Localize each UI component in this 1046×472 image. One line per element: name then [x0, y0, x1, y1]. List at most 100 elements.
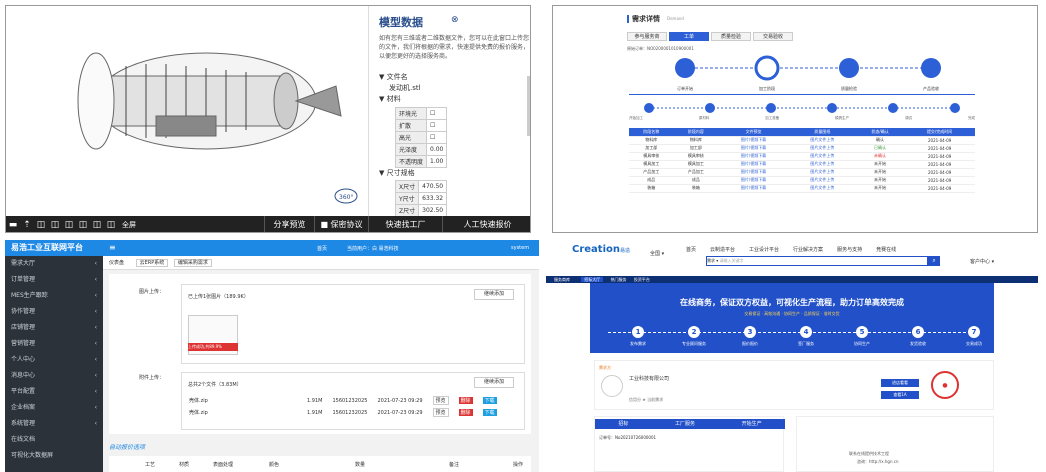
customer-center[interactable]: 客户中心 ▾: [970, 258, 994, 265]
material-group[interactable]: ▼ 材料: [379, 94, 421, 105]
company-card: 需求方 工业科技有限公司 信用分 ★ 当前需求 进店看看 查看1A ●: [594, 360, 994, 410]
sub-nav: 服务商库 招标大厅 热门服务 投资平台: [546, 276, 1038, 283]
download-button[interactable]: 下载: [482, 409, 497, 416]
sidebar-item[interactable]: 订单管理 ‹: [5, 272, 103, 288]
step-label: 订单开始: [677, 86, 693, 91]
material-value[interactable]: 1.00: [426, 155, 448, 168]
sidebar-item[interactable]: 系统管理 ‹: [5, 416, 103, 432]
delete-button[interactable]: 删除: [458, 397, 473, 404]
size-group[interactable]: ▼ 尺寸规格: [379, 168, 415, 178]
cube-right-icon[interactable]: ◫: [76, 220, 90, 230]
role-tag: 需求方: [599, 365, 611, 370]
nav-item[interactable]: 服务与支持: [837, 246, 862, 253]
step-label: 专业顾问服务: [682, 341, 706, 346]
sidebar-item[interactable]: 需求大厅 ‹: [5, 256, 103, 272]
size-label: Y尺寸: [394, 192, 420, 205]
quote-table-header: 工艺 材质 表面处理 颜色 数量 备注 操作: [109, 456, 531, 472]
material-value[interactable]: 0.00: [426, 143, 448, 156]
add-image-button[interactable]: 继续添加: [474, 289, 514, 300]
sub-nav-item[interactable]: 服务商库: [554, 277, 570, 282]
folder-icon[interactable]: ▬: [6, 220, 20, 230]
nav-item[interactable]: 竞赛在线: [876, 246, 896, 253]
sub-nav-item[interactable]: 招标大厅: [581, 277, 604, 282]
cube-top-icon[interactable]: ◫: [90, 220, 104, 230]
nav-item[interactable]: 云制造平台: [710, 246, 735, 253]
nav-item[interactable]: 工业设计平台: [749, 246, 779, 253]
substeps: 开始加工 原材料 加工准备 模具生产 调试 完成: [629, 116, 975, 120]
cube-left-icon[interactable]: ◫: [62, 220, 76, 230]
sidebar-item[interactable]: MES生产跟踪 ‹: [5, 288, 103, 304]
secrecy-checkbox[interactable]: ■ 保密协议: [314, 216, 368, 232]
menu-icon[interactable]: ≡: [109, 243, 116, 252]
preview-button[interactable]: 预览: [432, 408, 449, 417]
tab-providers[interactable]: 参与服务商: [627, 32, 667, 41]
region-select[interactable]: 全国 ▾: [650, 250, 664, 257]
chevron-icon[interactable]: ⊗: [451, 15, 459, 25]
engine-model: 360°: [77, 52, 358, 204]
sidebar-item[interactable]: 平台配置 ‹: [5, 384, 103, 400]
crumb-item[interactable]: 编辑采购需求: [173, 259, 212, 267]
download-button[interactable]: 下载: [482, 397, 497, 404]
cube-bottom-icon[interactable]: ◫: [104, 220, 118, 230]
visit-store-button[interactable]: 进店看看: [881, 379, 919, 387]
nav-item[interactable]: 行业解决方案: [793, 246, 823, 253]
sidebar-item[interactable]: 消息中心 ‹: [5, 368, 103, 384]
att-label: 附件上传：: [139, 375, 165, 381]
tab-order[interactable]: 工单: [669, 32, 709, 41]
tab-quality[interactable]: 质量检验: [711, 32, 751, 41]
sidebar-item[interactable]: 企业档案 ‹: [5, 400, 103, 416]
material-checkbox[interactable]: ☐: [426, 119, 448, 132]
step-circle: 4: [800, 326, 812, 338]
support-link[interactable]: 咨询：http://x.hgn.cn: [857, 459, 899, 465]
nav-item[interactable]: 首页: [686, 246, 696, 253]
company-avatar: [601, 375, 623, 397]
sidebar-item[interactable]: 个人中心 ‹: [5, 352, 103, 368]
sub-nav-item[interactable]: 投资平台: [634, 277, 650, 282]
company-name[interactable]: 工业科技有限公司: [629, 375, 669, 382]
cube-back-icon[interactable]: ◫: [48, 220, 62, 230]
preview-button[interactable]: 预览: [432, 396, 449, 405]
tab-acceptance[interactable]: 交易验收: [753, 32, 793, 41]
find-factory-button[interactable]: 快速找工厂: [368, 216, 442, 232]
sub-nav-item[interactable]: 热门服务: [611, 277, 627, 282]
search-input[interactable]: 需求 ▾ 请输入关键字: [706, 256, 928, 266]
fullscreen-button[interactable]: 全屏: [122, 220, 136, 230]
add-file-button[interactable]: 继续添加: [474, 377, 514, 388]
3d-viewport[interactable]: 360°: [6, 6, 362, 216]
crumb-item[interactable]: 仪表盘: [109, 260, 124, 266]
site-header: Creation易造 全国 ▾ 首页 云制造平台 工业设计平台 行业解决方案 服务与支持…: [546, 240, 1038, 270]
divider: [629, 94, 975, 95]
model-viewer-panel: 360° 模型数据 ⊗ 如有您有三维或者二维数据文件，您可以在此窗口上传您的文件…: [5, 5, 531, 233]
sidebar-item[interactable]: 营销管理 ‹: [5, 336, 103, 352]
upload-status: 上传成功,共89.9%: [188, 343, 238, 351]
upload-icon[interactable]: ⇡: [20, 220, 34, 230]
table-row: 产品加工 产品加工 图片/视频下载 图片文件上传 未开始 2021-04-09: [629, 168, 975, 177]
upload-card: 图片上传： 已上传1张图片（189.9K） 继续添加 上传成功,共89.9% 附…: [109, 274, 531, 434]
step-label: 发布需求: [630, 341, 646, 346]
sidebar-item[interactable]: 店铺管理 ‹: [5, 320, 103, 336]
sidebar-item[interactable]: 在线文档: [5, 432, 103, 448]
step-circle: 7: [968, 326, 980, 338]
step-label: 交易成功: [966, 341, 982, 346]
user-menu[interactable]: system: [511, 245, 529, 251]
crumb-item[interactable]: 云ERP系统: [135, 259, 169, 267]
sidebar-item[interactable]: 协作管理 ‹: [5, 304, 103, 320]
scrollbar[interactable]: [527, 76, 530, 136]
cube-front-icon[interactable]: ◫: [34, 220, 48, 230]
main-nav: 首页 云制造平台 工业设计平台 行业解决方案 服务与支持 竞赛在线: [686, 246, 896, 253]
creation-logo[interactable]: Creation易造: [572, 244, 632, 260]
size-label: X尺寸: [394, 180, 420, 193]
manual-quote-button[interactable]: 人工快速报价: [442, 216, 530, 232]
home-link[interactable]: 首页: [317, 245, 327, 252]
delete-button[interactable]: 删除: [458, 409, 473, 416]
material-checkbox[interactable]: ☐: [426, 131, 448, 144]
360-badge-icon[interactable]: 360°: [334, 188, 358, 204]
search-icon[interactable]: ⌕: [928, 256, 940, 266]
step-circle: 3: [744, 326, 756, 338]
view-button[interactable]: 查看1A: [881, 391, 919, 399]
material-checkbox[interactable]: ☐: [426, 107, 448, 120]
svg-text:360°: 360°: [339, 194, 353, 201]
sidebar-item[interactable]: 可视化大数据屏: [5, 448, 103, 464]
share-preview-button[interactable]: 分享预览: [264, 216, 314, 232]
filename-group[interactable]: ▼ 文件名: [379, 72, 421, 83]
